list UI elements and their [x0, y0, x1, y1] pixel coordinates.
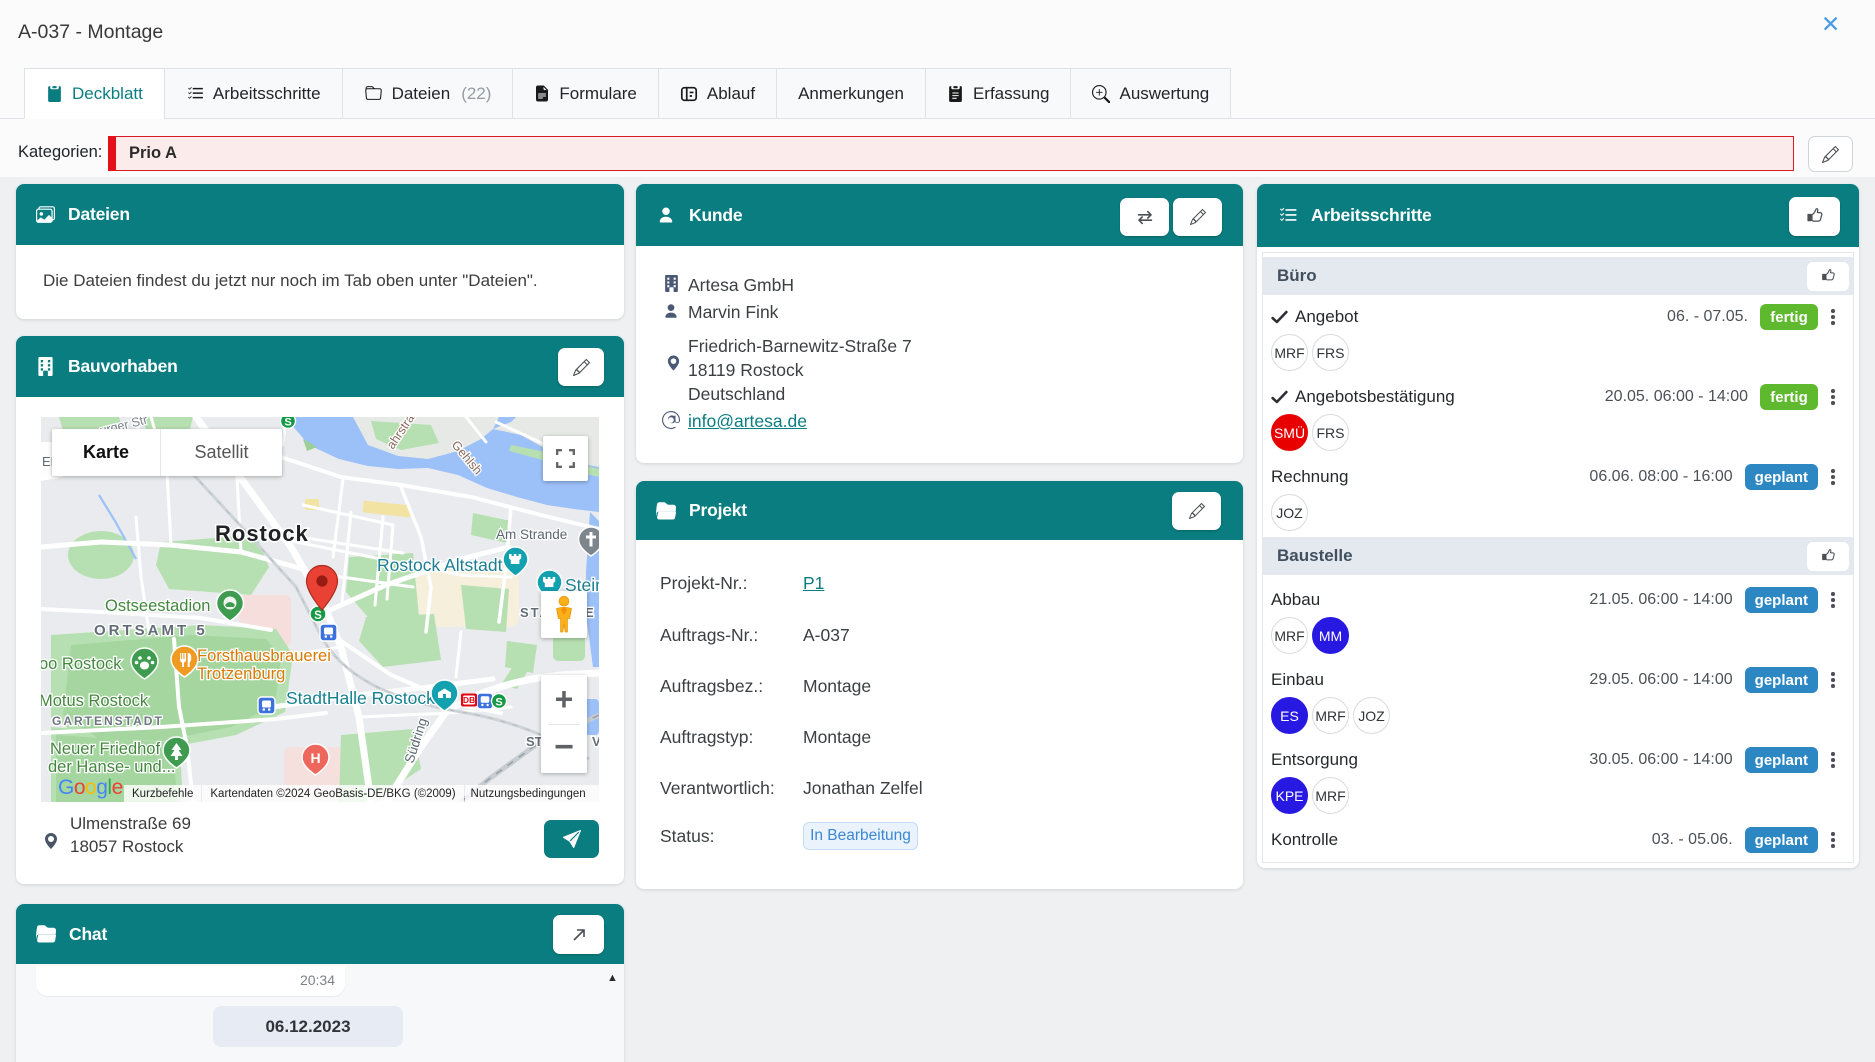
svg-text:Am Strande: Am Strande	[496, 527, 567, 542]
svg-text:Trotzenburg: Trotzenburg	[197, 665, 285, 683]
svg-text:ORTSAMT 5: ORTSAMT 5	[94, 622, 208, 639]
svg-text:Neuer Friedhof: Neuer Friedhof	[50, 740, 160, 758]
svg-text:Forsthausbrauerei: Forsthausbrauerei	[197, 647, 331, 665]
svg-text:S: S	[314, 610, 322, 622]
svg-text:H: H	[310, 750, 320, 766]
svg-text:GARTENSTADT: GARTENSTADT	[52, 714, 164, 728]
svg-text:S: S	[284, 417, 291, 429]
svg-text:Ostseestadion: Ostseestadion	[105, 597, 210, 615]
svg-text:DB: DB	[463, 695, 475, 705]
svg-text:Motus Rostock: Motus Rostock	[41, 692, 149, 710]
svg-text:Rostock: Rostock	[215, 521, 309, 546]
svg-text:oo Rostock: oo Rostock	[41, 655, 122, 673]
svg-text:S: S	[495, 697, 502, 709]
svg-text:StadtHalle Rostock: StadtHalle Rostock	[286, 688, 435, 708]
svg-text:V: V	[592, 734, 599, 749]
svg-text:der Hanse- und...: der Hanse- und...	[48, 758, 176, 776]
svg-text:Rostock Altstadt: Rostock Altstadt	[377, 555, 503, 575]
